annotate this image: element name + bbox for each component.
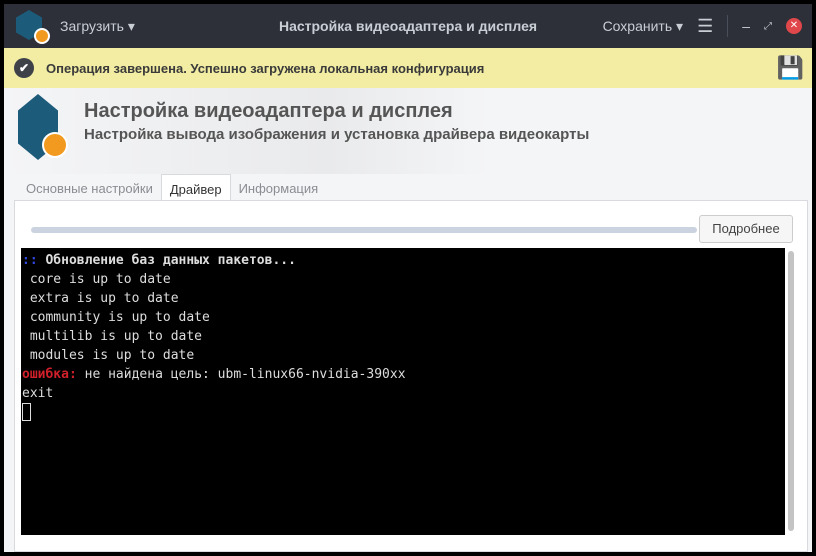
notification-text: Операция завершена. Успешно загружена ло… (46, 60, 485, 76)
terminal-line: extra is up to date (22, 291, 179, 306)
driver-panel: Подробнее :: Обновление баз данных пакет… (14, 200, 808, 552)
terminal-prefix: :: (22, 253, 38, 268)
save-menu-button[interactable]: Сохранить ▾ (603, 18, 684, 35)
terminal-error-label: ошибка: (22, 367, 77, 382)
terminal-line: community is up to date (22, 310, 210, 325)
page-subtitle: Настройка вывода изображения и установка… (84, 126, 590, 143)
save-config-icon[interactable]: 💾 (777, 55, 804, 81)
terminal-line: core is up to date (22, 272, 171, 287)
titlebar: Загрузить ▾ Настройка видеоадаптера и ди… (4, 4, 812, 48)
app-logo-icon (18, 94, 68, 160)
progress-bar (31, 227, 697, 233)
terminal-heading: Обновление баз данных пакетов... (37, 253, 296, 268)
details-button[interactable]: Подробнее (699, 215, 793, 243)
terminal-exit: exit (22, 386, 54, 401)
app-icon (16, 10, 50, 44)
terminal-scrollbar[interactable] (788, 251, 794, 531)
maximize-button[interactable]: ⤢ (764, 21, 772, 32)
terminal-output[interactable]: :: Обновление баз данных пакетов... core… (21, 248, 785, 535)
minimize-button[interactable]: – (742, 18, 750, 34)
terminal-line: modules is up to date (22, 348, 195, 363)
page-header: Настройка видеоадаптера и дисплея Настро… (4, 88, 812, 174)
close-button[interactable]: ✕ (786, 18, 802, 34)
load-menu-button[interactable]: Загрузить ▾ (60, 18, 135, 35)
page-title: Настройка видеоадаптера и дисплея (84, 100, 453, 122)
app-window: Загрузить ▾ Настройка видеоадаптера и ди… (4, 4, 812, 552)
notification-bar: ✔ Операция завершена. Успешно загружена … (4, 48, 812, 88)
terminal-cursor (22, 403, 31, 421)
check-icon: ✔ (14, 58, 34, 78)
divider (727, 15, 729, 37)
terminal-line: multilib is up to date (22, 329, 203, 344)
terminal-error-text: не найдена цель: ubm-linux66-nvidia-390x… (76, 367, 406, 382)
hamburger-menu-icon[interactable]: ☰ (697, 16, 713, 37)
